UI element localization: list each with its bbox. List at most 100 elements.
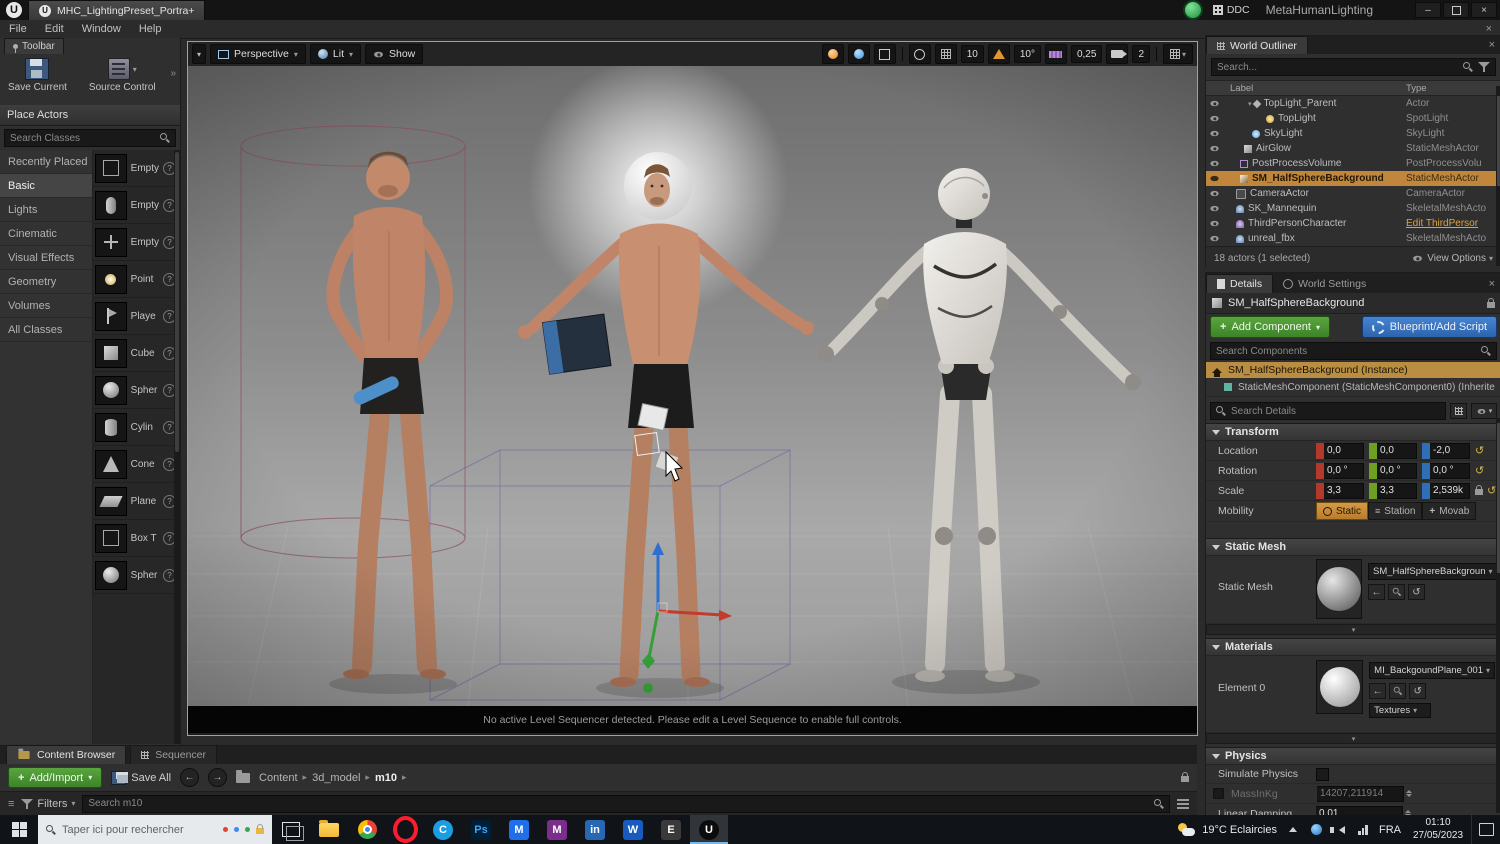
scale-label[interactable]: Scale: [1206, 485, 1316, 497]
expand-advanced-button[interactable]: ▾: [1206, 624, 1500, 635]
mobility-movable-button[interactable]: + Movab: [1422, 502, 1477, 520]
visibility-eye-icon[interactable]: [1206, 205, 1222, 212]
volume-button[interactable]: [1327, 815, 1351, 844]
scale-snap-button[interactable]: [1044, 44, 1067, 64]
scale-tool-button[interactable]: [873, 44, 896, 64]
static-mesh-dropdown[interactable]: SM_HalfSphereBackgroun ▾: [1368, 563, 1498, 580]
network-button[interactable]: [1351, 815, 1375, 844]
list-item[interactable]: Plane?: [92, 483, 180, 520]
lit-mode-button[interactable]: Lit ▾: [309, 44, 361, 64]
close-button[interactable]: ×: [1471, 2, 1497, 18]
location-x-field[interactable]: 0,0: [1324, 442, 1364, 459]
material-thumbnail[interactable]: [1316, 660, 1364, 714]
category-basic[interactable]: Basic: [0, 174, 92, 198]
taskbar-icon-app-blue[interactable]: in: [576, 815, 614, 844]
asset-tab[interactable]: U MHC_LightingPreset_Portra+: [28, 0, 206, 21]
lock-icon[interactable]: [1487, 297, 1495, 308]
menu-help[interactable]: Help: [130, 20, 171, 38]
section-transform[interactable]: Transform: [1206, 423, 1500, 441]
use-selected-button[interactable]: ←: [1369, 683, 1387, 699]
world-outliner-tab[interactable]: World Outliner: [1206, 36, 1308, 54]
table-row[interactable]: AirGlow StaticMeshActor: [1206, 141, 1500, 156]
clock[interactable]: 01:10 27/05/2023: [1405, 815, 1471, 844]
details-view-options-button[interactable]: ▾: [1471, 403, 1497, 419]
save-all-button[interactable]: Save All: [111, 770, 171, 785]
component-inherited-row[interactable]: StaticMeshComponent (StaticMeshComponent…: [1206, 378, 1500, 397]
expand-advanced-button[interactable]: ▾: [1206, 733, 1500, 744]
rotation-snap-button[interactable]: [987, 44, 1010, 64]
list-item[interactable]: Cone?: [92, 446, 180, 483]
forward-button[interactable]: →: [208, 768, 228, 787]
taskbar-icon-epic[interactable]: E: [652, 815, 690, 844]
taskbar-icon-c-app[interactable]: C: [424, 815, 462, 844]
source-control-button[interactable]: ▾ Source Control: [89, 58, 156, 93]
list-item[interactable]: Cylin?: [92, 409, 180, 446]
viewport-options-button[interactable]: ▾: [192, 44, 207, 64]
toolbar-tab[interactable]: Toolbar: [4, 38, 64, 54]
view-options-button[interactable]: View Options: [1427, 253, 1486, 264]
table-row[interactable]: CameraActor CameraActor: [1206, 186, 1500, 201]
location-y-field[interactable]: 0,0: [1377, 442, 1417, 459]
minimize-button[interactable]: –: [1415, 2, 1441, 18]
column-header-type[interactable]: Type: [1406, 83, 1500, 94]
mass-field[interactable]: 14207,211914: [1317, 785, 1404, 802]
menu-file[interactable]: File: [0, 20, 36, 38]
taskbar-search[interactable]: Taper ici pour rechercher: [38, 815, 272, 844]
taskbar-icon-photoshop[interactable]: Ps: [462, 815, 500, 844]
level-viewport[interactable]: ▾ Perspective ▾ Lit ▾ Show 10 10° 0,25 2…: [187, 41, 1198, 736]
tab-content-browser[interactable]: Content Browser: [6, 745, 127, 764]
save-current-button[interactable]: Save Current: [8, 58, 67, 93]
list-item[interactable]: Playe?: [92, 298, 180, 335]
browse-button[interactable]: [1388, 584, 1405, 600]
list-item[interactable]: Spher?: [92, 372, 180, 409]
lock-icon[interactable]: [1181, 772, 1189, 782]
restore-button[interactable]: [1443, 2, 1469, 18]
list-item[interactable]: Empty?: [92, 150, 180, 187]
notification-center-button[interactable]: [1471, 815, 1500, 844]
outliner-search[interactable]: Search...: [1211, 58, 1496, 76]
taskbar-icon-opera[interactable]: [386, 815, 424, 844]
add-import-button[interactable]: + Add/Import ▾: [8, 767, 103, 788]
list-item[interactable]: Spher?: [92, 557, 180, 594]
content-search-input[interactable]: Search m10: [82, 794, 1170, 813]
tray-app-button[interactable]: [1305, 815, 1327, 844]
visibility-eye-icon[interactable]: [1206, 190, 1222, 197]
maximize-viewport-button[interactable]: ▾: [1163, 44, 1193, 64]
simulate-physics-checkbox[interactable]: [1316, 767, 1329, 781]
camera-speed-button[interactable]: [1106, 44, 1129, 64]
table-row[interactable]: SK_Mannequin SkeletalMeshActo: [1206, 201, 1500, 216]
breadcrumb-m10[interactable]: m10: [375, 772, 397, 784]
breadcrumb-content[interactable]: Content: [259, 772, 298, 784]
location-label[interactable]: Location: [1206, 445, 1316, 457]
panel-close-button[interactable]: ×: [1489, 278, 1500, 293]
mobility-static-button[interactable]: Static: [1316, 502, 1369, 520]
list-item[interactable]: Cube?: [92, 335, 180, 372]
category-recently-placed[interactable]: Recently Placed: [0, 150, 92, 174]
taskbar-icon-app-m-purple[interactable]: M: [538, 815, 576, 844]
table-row[interactable]: ▾ TopLight_Parent Actor: [1206, 96, 1500, 111]
panel-close-button[interactable]: ×: [1489, 39, 1500, 54]
view-toggle-icon[interactable]: [1177, 798, 1189, 809]
camera-speed-value[interactable]: 2: [1132, 45, 1150, 63]
filters-button[interactable]: Filters ▾: [21, 798, 75, 810]
section-static-mesh[interactable]: Static Mesh: [1206, 538, 1500, 556]
section-physics[interactable]: Physics: [1206, 747, 1500, 765]
filter-icon[interactable]: [1478, 62, 1490, 72]
reset-rotation-button[interactable]: ↺: [1475, 464, 1484, 477]
table-row[interactable]: SkyLight SkyLight: [1206, 126, 1500, 141]
visibility-eye-icon[interactable]: [1206, 100, 1222, 107]
tray-expand-button[interactable]: [1281, 815, 1305, 844]
browse-button[interactable]: [1389, 683, 1407, 699]
menu-window[interactable]: Window: [73, 20, 130, 38]
scale-snap-value[interactable]: 0,25: [1070, 45, 1103, 63]
mass-override-checkbox[interactable]: [1213, 788, 1224, 799]
location-z-field[interactable]: -2,0: [1430, 442, 1470, 459]
visibility-eye-icon[interactable]: [1206, 235, 1222, 242]
category-cinematic[interactable]: Cinematic: [0, 222, 92, 246]
visibility-eye-icon[interactable]: [1206, 220, 1222, 227]
world-local-toggle[interactable]: [908, 44, 931, 64]
table-row[interactable]: ThirdPersonCharacter Edit ThirdPersor: [1206, 216, 1500, 231]
add-component-button[interactable]: + Add Component ▾: [1210, 316, 1330, 338]
visibility-eye-icon[interactable]: [1206, 145, 1222, 152]
language-switcher[interactable]: FRA: [1375, 815, 1405, 844]
